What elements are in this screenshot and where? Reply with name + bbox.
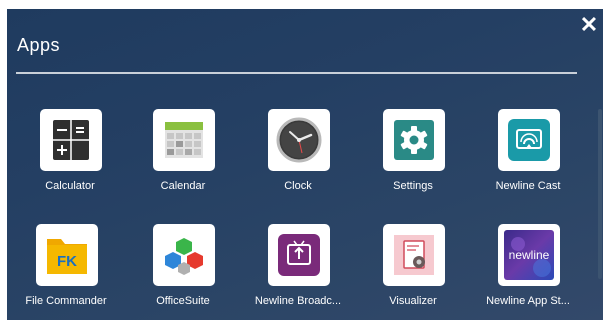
calendar-icon: [153, 109, 215, 171]
app-label: Clock: [284, 180, 312, 192]
app-calculator[interactable]: Calculator: [15, 109, 125, 199]
app-label: Newline Broadc...: [254, 295, 342, 307]
app-newline-broadcast[interactable]: Newline Broadc...: [243, 224, 353, 314]
app-clock[interactable]: Clock: [243, 109, 353, 199]
page-title: Apps: [17, 35, 61, 55]
apps-panel: Apps ✕ Calculator Calendar Clock Setting…: [7, 9, 603, 320]
app-visualizer[interactable]: Visualizer: [358, 224, 468, 314]
officesuite-icon: [153, 224, 215, 286]
svg-text:FK: FK: [57, 253, 77, 270]
newline-app-store-icon: newline: [498, 224, 560, 286]
app-calendar[interactable]: Calendar: [128, 109, 238, 199]
close-icon[interactable]: ✕: [579, 13, 599, 37]
app-label: Calculator: [45, 180, 95, 192]
app-newline-app-store[interactable]: newline Newline App St...: [473, 224, 583, 314]
title-divider: [16, 72, 577, 74]
app-label: Settings: [393, 180, 433, 192]
cast-icon: [498, 109, 560, 171]
app-officesuite[interactable]: OfficeSuite: [128, 224, 238, 314]
calculator-icon: [40, 109, 102, 171]
app-label: Calendar: [160, 180, 206, 192]
settings-gear-icon: [383, 109, 445, 171]
file-commander-icon: FK: [36, 224, 98, 286]
app-settings[interactable]: Settings: [358, 109, 468, 199]
scrollbar[interactable]: [598, 109, 602, 279]
app-label: Newline App St...: [486, 295, 570, 307]
app-store-logo-text: newline: [509, 248, 550, 262]
app-label: Newline Cast: [495, 180, 561, 192]
app-label: File Commander: [25, 295, 107, 307]
app-label: OfficeSuite: [156, 295, 210, 307]
visualizer-icon: [383, 224, 445, 286]
broadcast-icon: [268, 224, 330, 286]
app-newline-cast[interactable]: Newline Cast: [473, 109, 583, 199]
app-file-commander[interactable]: FK File Commander: [11, 224, 121, 314]
clock-icon: [268, 109, 330, 171]
app-label: Visualizer: [389, 295, 437, 307]
